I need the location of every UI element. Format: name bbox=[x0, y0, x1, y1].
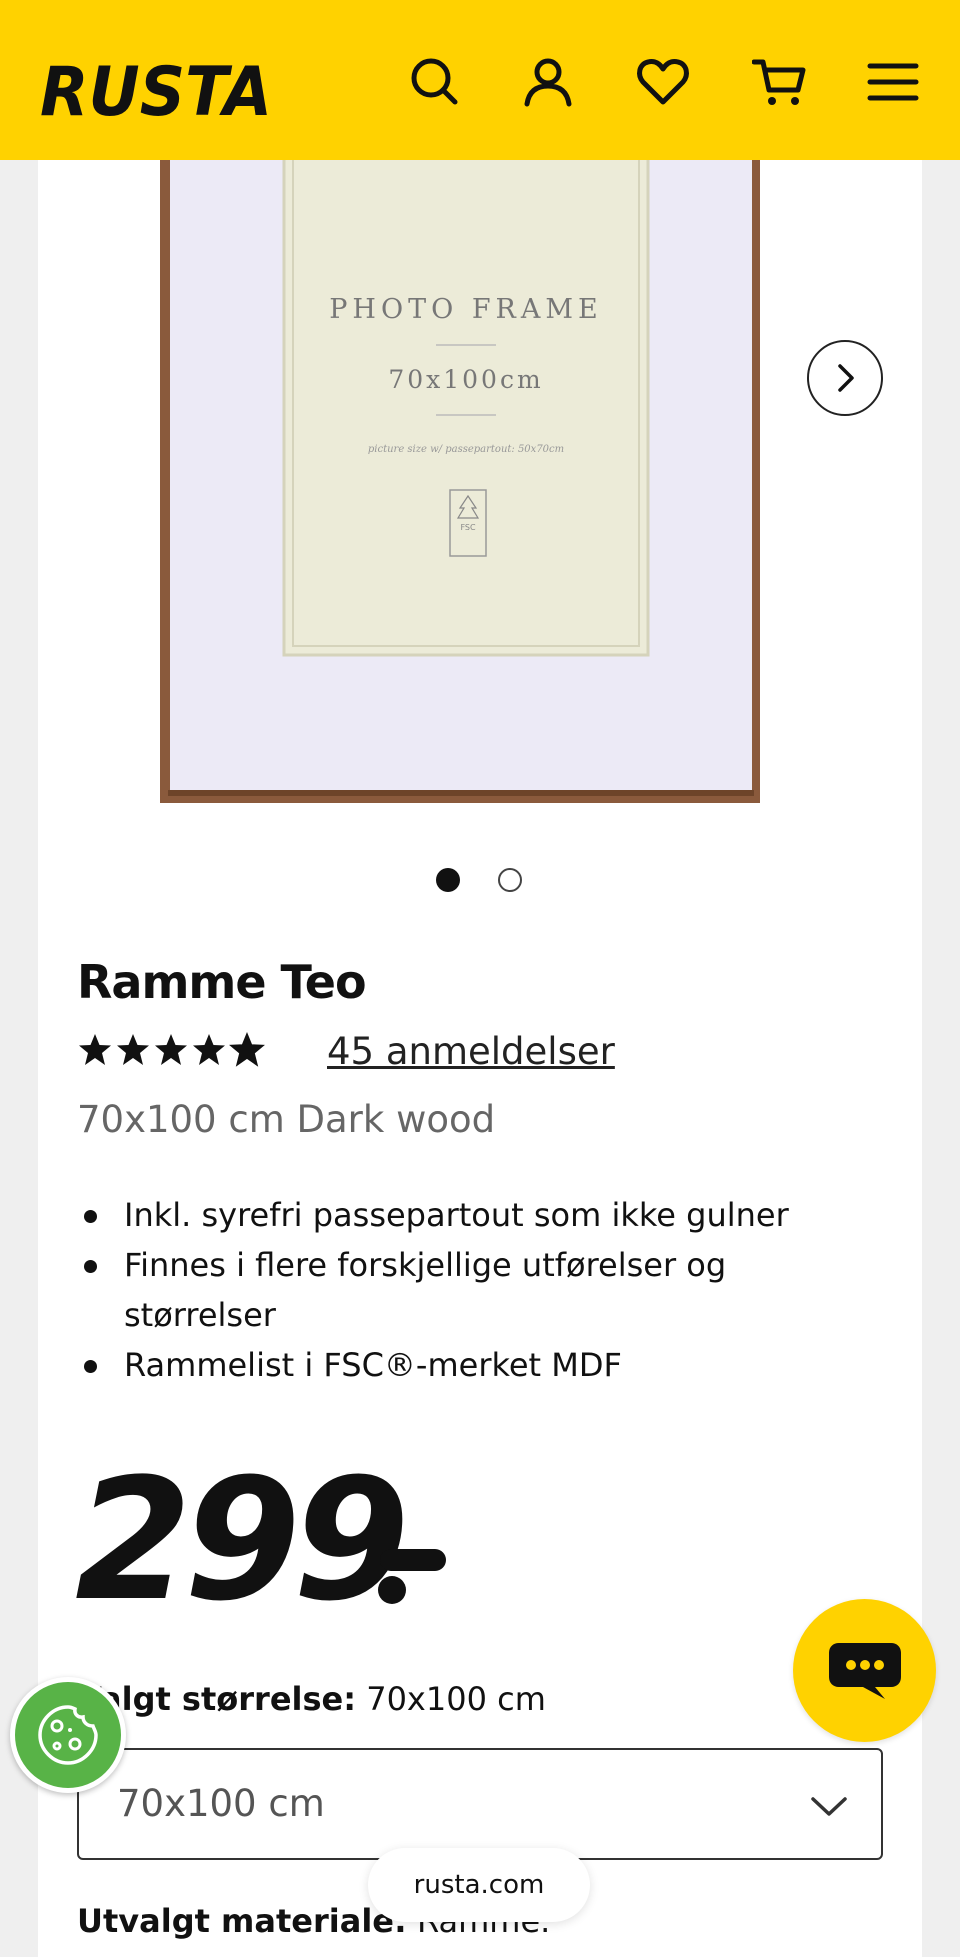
site-header: RUSTA bbox=[0, 0, 960, 160]
cart-icon[interactable] bbox=[750, 52, 810, 112]
fsc-logo-text: FSC bbox=[460, 523, 476, 532]
feature-item: Rammelist i FSC®-merket MDF bbox=[77, 1340, 837, 1390]
price-dash bbox=[380, 1549, 446, 1571]
price-dot bbox=[378, 1576, 406, 1604]
chat-icon bbox=[828, 1642, 901, 1699]
svg-text:RUSTA: RUSTA bbox=[40, 53, 272, 125]
heart-icon[interactable] bbox=[633, 52, 693, 112]
next-image-button[interactable] bbox=[807, 340, 883, 416]
account-icon[interactable] bbox=[518, 52, 578, 112]
search-icon[interactable] bbox=[405, 52, 465, 112]
selected-size-value: 70x100 cm bbox=[366, 1680, 546, 1718]
frame-size-text: 70x100cm bbox=[388, 365, 543, 394]
feature-item: Finnes i flere forskjellige utførelser o… bbox=[77, 1240, 837, 1340]
cookie-icon bbox=[38, 1705, 98, 1765]
chevron-right-icon bbox=[838, 364, 854, 392]
product-image[interactable]: PHOTO FRAME 70x100cm picture size w/ pas… bbox=[160, 100, 780, 820]
product-price: 299 bbox=[75, 1442, 410, 1638]
cookie-settings-button[interactable] bbox=[10, 1677, 126, 1793]
feature-item: Inkl. syrefri passepartout som ikke guln… bbox=[77, 1190, 837, 1240]
browser-url-bar[interactable]: rusta.com bbox=[368, 1848, 590, 1922]
half-star-icon bbox=[229, 1032, 265, 1067]
reviews-link[interactable]: 45 anmeldelser bbox=[327, 1030, 615, 1073]
carousel-dot-1[interactable] bbox=[436, 868, 460, 892]
chat-button[interactable] bbox=[793, 1599, 936, 1742]
rating-stars bbox=[77, 1030, 265, 1070]
rusta-logo[interactable]: RUSTA bbox=[38, 50, 283, 125]
feature-list: Inkl. syrefri passepartout som ikke guln… bbox=[77, 1190, 837, 1390]
selected-size-label: Valgt størrelse: 70x100 cm bbox=[77, 1680, 546, 1718]
menu-icon[interactable] bbox=[863, 52, 923, 112]
chevron-down-icon bbox=[811, 1797, 847, 1816]
size-select-value: 70x100 cm bbox=[117, 1782, 325, 1825]
star-icon bbox=[193, 1034, 225, 1065]
product-title: Ramme Teo bbox=[77, 955, 367, 1009]
product-variant: 70x100 cm Dark wood bbox=[77, 1098, 496, 1141]
size-select[interactable]: 70x100 cm bbox=[77, 1748, 883, 1860]
star-icon bbox=[155, 1034, 187, 1065]
frame-note-text: picture size w/ passepartout: 50x70cm bbox=[368, 444, 564, 455]
star-icon bbox=[117, 1034, 149, 1065]
carousel-dot-2[interactable] bbox=[498, 868, 522, 892]
carousel-dots bbox=[436, 868, 522, 892]
frame-title-text: PHOTO FRAME bbox=[329, 294, 603, 325]
star-icon bbox=[79, 1034, 111, 1065]
